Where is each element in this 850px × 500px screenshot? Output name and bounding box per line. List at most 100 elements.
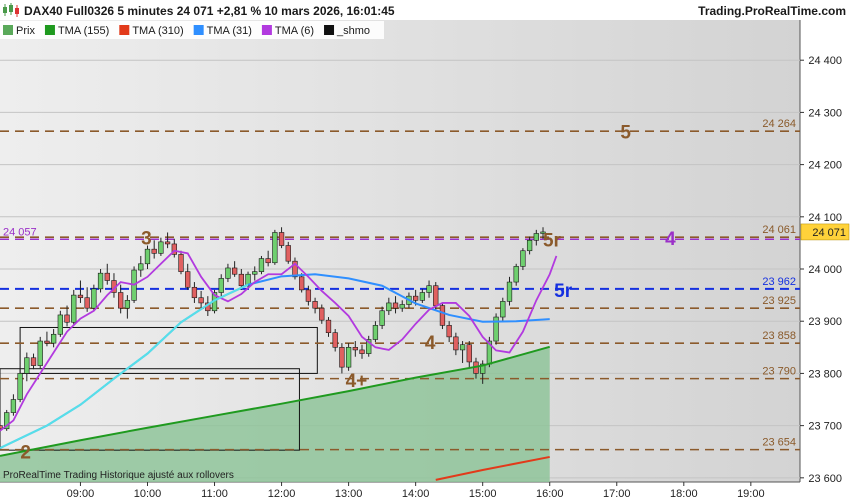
candle-body: [332, 332, 338, 348]
candle-body: [198, 297, 204, 304]
swatch-icon: [44, 25, 55, 35]
candle-body: [91, 288, 97, 309]
candle-body: [225, 267, 231, 279]
candle-body: [359, 349, 365, 354]
x-tick-label: 11:00: [201, 488, 228, 500]
last-price-label: 24 071: [812, 227, 846, 239]
candle-logo-icon: [3, 3, 19, 17]
candle-body: [325, 319, 332, 333]
swatch-icon: [193, 25, 204, 35]
candle-body: [44, 340, 50, 344]
level-label: 23 925: [762, 295, 796, 307]
candle-body: [252, 271, 258, 275]
candle-body: [30, 357, 37, 366]
candle: [493, 313, 499, 345]
candle-body: [178, 254, 184, 272]
candle-body: [299, 276, 305, 291]
wave-label: 5r: [554, 281, 573, 302]
y-axis-panel: [800, 20, 850, 482]
candle-body: [158, 241, 164, 254]
wave-label: 5: [620, 123, 631, 144]
candle-body: [312, 301, 318, 309]
candle: [71, 289, 77, 326]
candle-body: [392, 302, 399, 309]
y-tick-label: 24 000: [808, 264, 842, 276]
candle-body: [433, 285, 439, 306]
footer-note: ProRealTime Trading Historique ajusté au…: [3, 470, 234, 481]
candle-body: [124, 300, 131, 309]
candle-body: [426, 285, 432, 293]
candle-body: [285, 245, 291, 262]
wave-label: 5r: [543, 230, 562, 251]
candle-body: [446, 325, 452, 338]
wave-label: 4: [425, 333, 436, 354]
candle-body: [520, 250, 526, 267]
swatch-icon: [261, 25, 272, 35]
level-label: 23 962: [762, 276, 796, 288]
candle: [17, 368, 23, 403]
candle-body: [412, 295, 419, 301]
candle: [439, 302, 446, 330]
candle-body: [97, 272, 104, 290]
candle-body: [144, 248, 151, 265]
legend-label: TMA (310): [132, 25, 183, 37]
level-label: 23 654: [762, 437, 796, 449]
candle-body: [506, 281, 513, 302]
candle-body: [185, 271, 191, 288]
x-tick-label: 17:00: [603, 488, 631, 500]
candle-body: [459, 344, 466, 351]
candle-body: [278, 232, 285, 246]
candle-body: [164, 241, 171, 245]
candle-body: [526, 239, 533, 252]
y-tick-label: 24 400: [808, 55, 842, 67]
candle-body: [386, 302, 392, 312]
source-label: Trading.ProRealTime.com: [698, 4, 846, 18]
swatch-icon: [119, 25, 130, 35]
candle: [57, 310, 63, 337]
candle-body: [379, 310, 385, 326]
y-tick-label: 23 900: [808, 316, 842, 328]
x-tick-label: 15:00: [469, 488, 497, 500]
wave-label: 4: [665, 229, 676, 250]
candle-body: [466, 344, 472, 363]
x-tick-label: 18:00: [670, 488, 698, 500]
candle-body: [151, 248, 157, 254]
candle-body: [118, 292, 124, 309]
candle-body: [37, 340, 43, 366]
candle-body: [10, 399, 17, 413]
candle-body: [372, 325, 379, 340]
y-tick-label: 23 600: [808, 473, 842, 485]
candle-body: [513, 266, 519, 283]
level-label: 24 057: [3, 226, 37, 238]
candle-body: [319, 307, 325, 321]
candle-body: [77, 294, 84, 299]
y-tick-label: 23 700: [808, 421, 842, 433]
candle-body: [231, 267, 238, 275]
legend-label: Prix: [16, 25, 35, 37]
candle-body: [453, 336, 459, 351]
legend-label: TMA (6): [275, 25, 314, 37]
x-tick-label: 10:00: [134, 488, 162, 500]
candle-body: [339, 347, 345, 368]
candle-body: [272, 232, 278, 264]
candle-body: [345, 347, 352, 368]
candle-body: [24, 357, 30, 374]
legend-label: TMA (155): [58, 25, 109, 37]
candle-body: [64, 314, 70, 323]
candle-body: [352, 347, 358, 351]
y-tick-label: 24 200: [808, 160, 842, 172]
candle-body: [500, 301, 506, 318]
candle-body: [439, 305, 446, 326]
wave-label: 4+: [346, 371, 368, 392]
y-tick-label: 24 100: [808, 212, 842, 224]
chart-title: DAX40 Full0326 5 minutes 24 071 +2,81 % …: [24, 4, 395, 18]
candle: [37, 336, 43, 369]
candle: [272, 229, 278, 265]
candle: [178, 250, 184, 275]
level-label: 24 061: [762, 224, 796, 236]
wave-label: 3: [141, 229, 152, 250]
candle-icon: [3, 25, 13, 35]
level-label: 24 264: [762, 118, 796, 130]
candle-body: [399, 304, 405, 309]
legend-label: _shmo: [336, 25, 370, 37]
